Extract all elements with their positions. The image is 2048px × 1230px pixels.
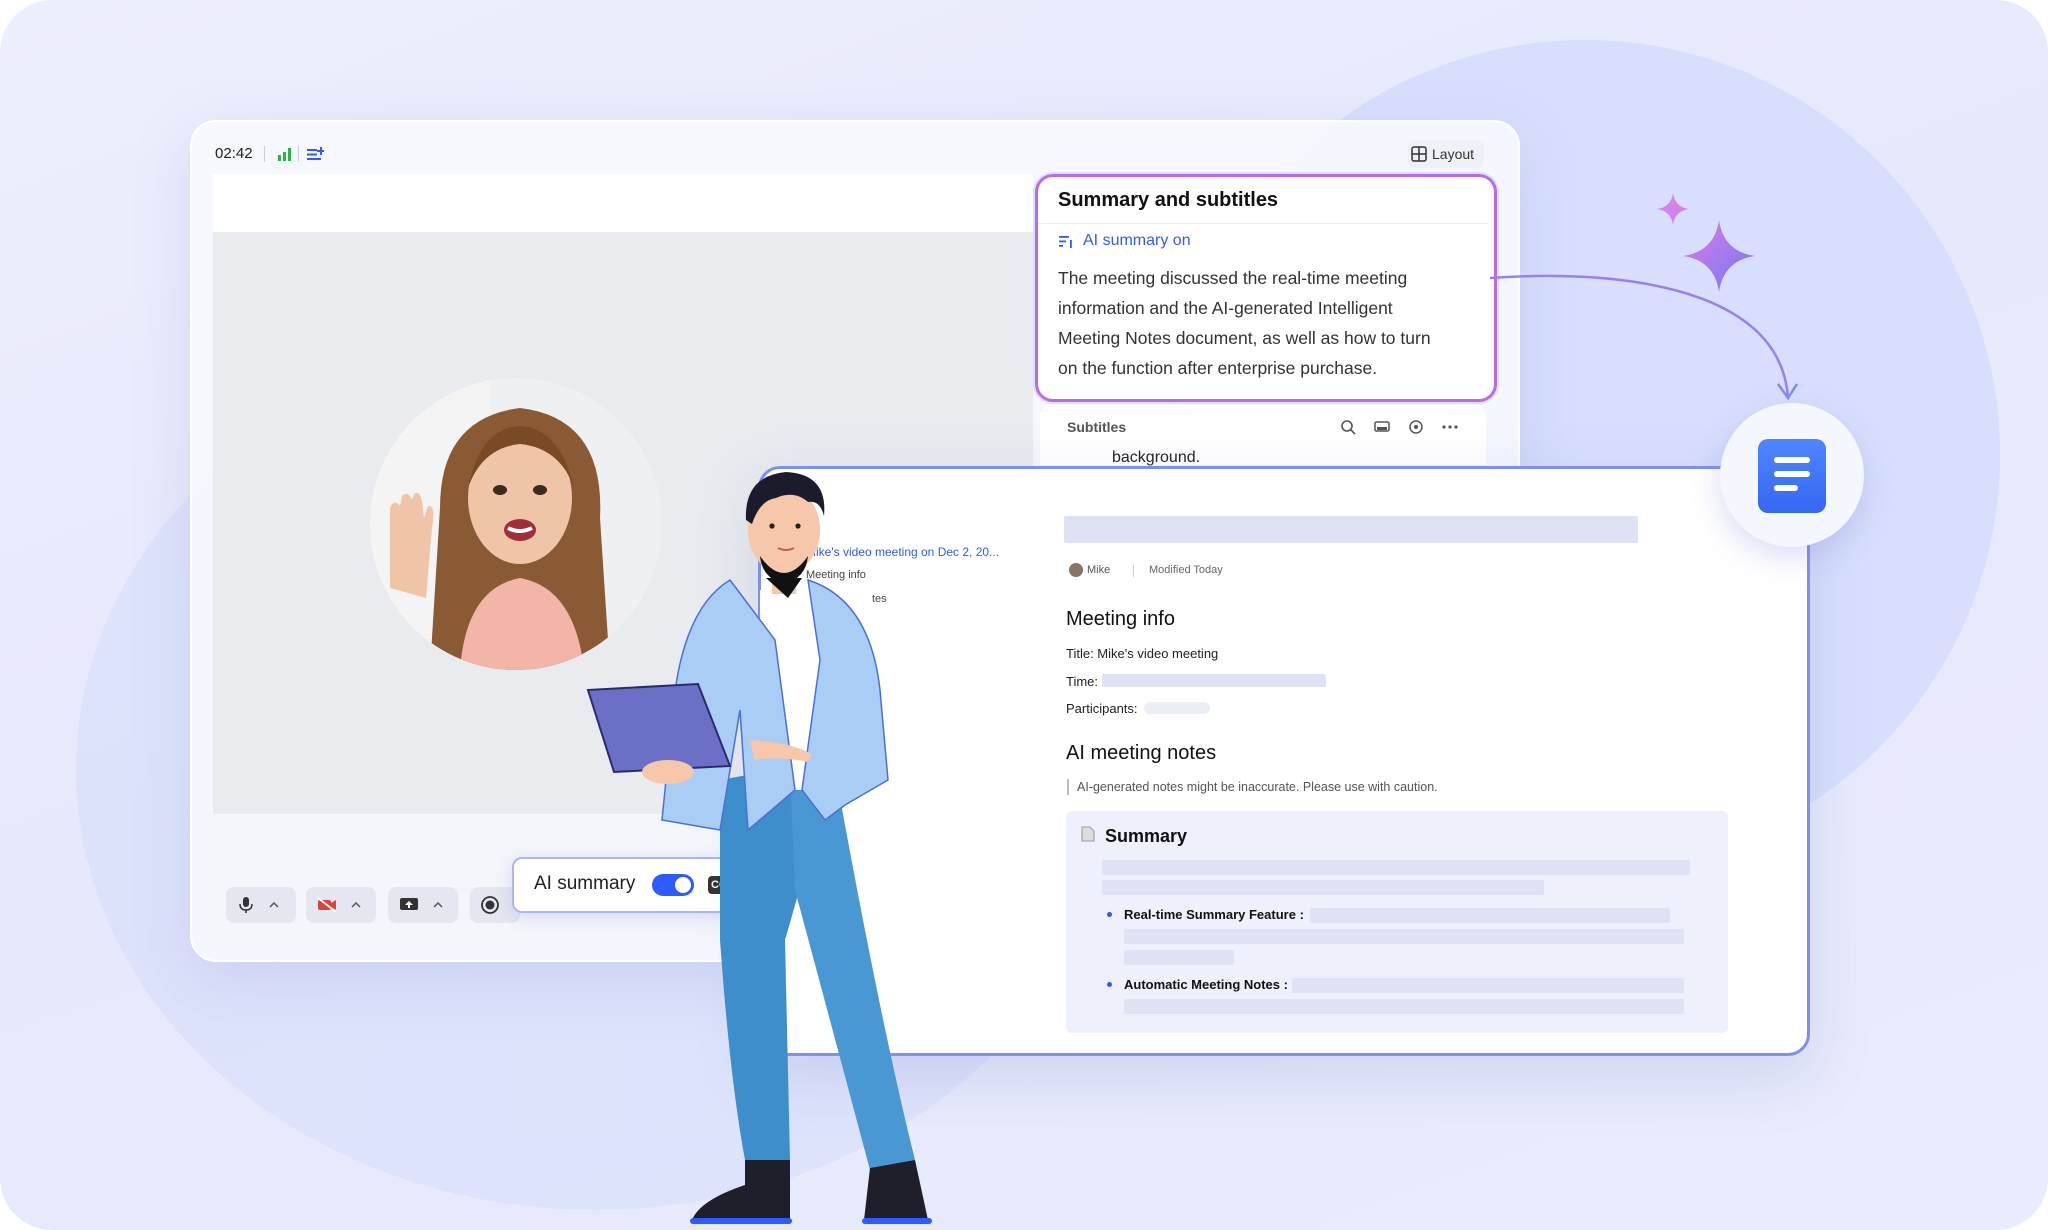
summary-line: The meeting discussed the real-time meet… <box>1058 268 1408 288</box>
subtitles-panel: Subtitles background. <box>1040 405 1486 466</box>
camera-off-icon <box>317 897 337 913</box>
camera-control[interactable] <box>306 887 376 923</box>
author-name: Mike <box>1087 564 1111 576</box>
meeting-title-line: Title: Mike's video meeting <box>1066 646 1219 661</box>
screen-icon[interactable] <box>1374 419 1390 435</box>
connector-arrow <box>1490 274 1799 401</box>
share-screen-icon <box>400 898 418 910</box>
summary-card: Summary and subtitles AI summary on The … <box>1035 174 1497 402</box>
topbar-divider-2 <box>298 146 299 162</box>
summary-card-header-divider <box>1038 223 1488 224</box>
record-icon <box>481 896 499 914</box>
bullet-text-placeholder <box>1124 929 1684 944</box>
ai-meeting-notes-heading: AI meeting notes <box>1066 742 1217 764</box>
topbar-divider <box>264 146 265 162</box>
summary-line: on the function after enterprise purchas… <box>1058 358 1378 378</box>
meeting-info-heading: Meeting info <box>1066 608 1175 630</box>
summary-line: Meeting Notes document, as well as how t… <box>1058 328 1431 348</box>
mic-icon <box>239 897 253 913</box>
disclaimer-bar <box>1067 779 1069 795</box>
person-with-tablet-illustration <box>586 472 932 1224</box>
signal-bars-icon <box>278 148 291 161</box>
modified-status: Modified Today <box>1149 564 1223 576</box>
meeting-timer: 02:42 <box>215 145 253 162</box>
search-icon[interactable] <box>1340 419 1356 435</box>
ai-summary-status: AI summary on <box>1083 232 1191 249</box>
doc-icon-line <box>1774 457 1810 463</box>
doc-icon-line <box>1774 485 1798 491</box>
sliders-icon <box>1059 236 1072 248</box>
mic-control[interactable] <box>226 887 296 923</box>
bullet-realtime-summary: Real-time Summary Feature : <box>1124 907 1304 922</box>
subtitle-text: background. <box>1112 449 1201 466</box>
summary-text-placeholder <box>1102 860 1690 875</box>
list-plus-icon[interactable] <box>306 146 324 162</box>
chevron-up-icon[interactable] <box>268 900 280 910</box>
document-small-icon <box>1081 826 1095 842</box>
participants-label: Participants: <box>1066 701 1138 716</box>
meta-divider <box>1133 565 1134 577</box>
participants-placeholder <box>1144 702 1210 714</box>
meeting-time-placeholder <box>1102 674 1326 687</box>
meeting-time-label: Time: <box>1066 674 1099 689</box>
subtitles-label: Subtitles <box>1067 419 1127 435</box>
document-icon <box>1758 439 1826 513</box>
bullet-text-placeholder <box>1310 908 1670 923</box>
doc-icon-line <box>1774 471 1810 477</box>
bullet-text-placeholder <box>1124 999 1684 1014</box>
layout-label: Layout <box>1432 146 1475 162</box>
bullet-dot <box>1107 912 1112 917</box>
settings-icon[interactable] <box>1408 419 1424 435</box>
layout-grid-icon <box>1411 146 1427 162</box>
video-header-strip <box>213 174 1033 232</box>
author-avatar <box>1069 563 1083 577</box>
summary-text-placeholder <box>1102 880 1544 895</box>
document-title-placeholder <box>1064 516 1638 543</box>
summary-card-title: Summary and subtitles <box>1058 189 1279 211</box>
summary-line: information and the AI-generated Intelli… <box>1058 298 1393 318</box>
chevron-up-icon[interactable] <box>350 900 362 910</box>
summary-heading: Summary <box>1105 826 1188 846</box>
chevron-up-icon[interactable] <box>432 900 444 910</box>
ai-disclaimer: AI-generated notes might be inaccurate. … <box>1077 780 1438 794</box>
bullet-text-placeholder <box>1124 950 1234 965</box>
bullet-automatic-notes: Automatic Meeting Notes : <box>1124 977 1288 992</box>
bullet-dot <box>1107 982 1112 987</box>
share-screen-control[interactable] <box>388 887 458 923</box>
summary-text: The meeting discussed the real-time meet… <box>1058 263 1478 383</box>
layout-button[interactable]: Layout <box>1408 140 1484 168</box>
bullet-text-placeholder <box>1292 978 1684 993</box>
more-icon[interactable] <box>1442 425 1458 429</box>
sparkle-icon <box>1683 220 1755 292</box>
